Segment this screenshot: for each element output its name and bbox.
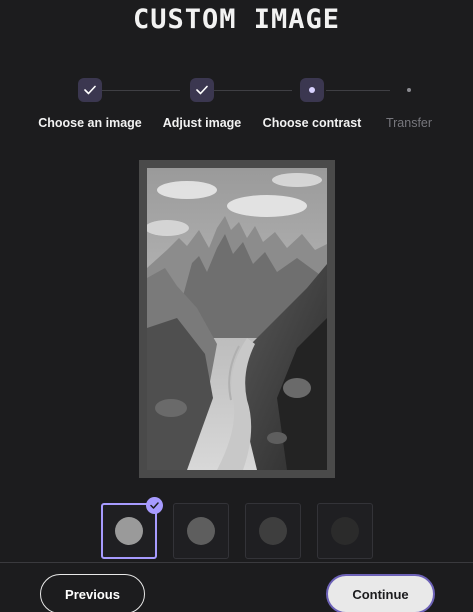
check-icon	[196, 85, 208, 95]
footer-bar: Previous Continue	[0, 562, 473, 612]
contrast-preview-circle	[115, 517, 143, 545]
contrast-option-light[interactable]	[101, 497, 163, 559]
step-connector	[326, 90, 390, 91]
contrast-option-darkest[interactable]	[317, 503, 373, 559]
contrast-options	[101, 497, 373, 559]
check-icon	[84, 85, 96, 95]
step-connector	[102, 90, 180, 91]
contrast-preview-circle	[259, 517, 287, 545]
step-2-indicator	[190, 78, 214, 102]
upcoming-step-dot-icon	[407, 88, 411, 92]
selected-check-icon	[146, 497, 163, 514]
continue-button[interactable]: Continue	[326, 574, 435, 612]
custom-image-page: CUSTOM IMAGE Choose an image Adjust imag…	[0, 0, 473, 612]
step-4-label: Transfer	[385, 116, 433, 130]
progress-stepper: Choose an image Adjust image Choose cont…	[0, 78, 473, 138]
step-connector	[214, 90, 292, 91]
step-3-indicator	[300, 78, 324, 102]
step-3-label: Choose contrast	[262, 116, 362, 130]
step-4-indicator	[397, 78, 421, 102]
previous-button[interactable]: Previous	[40, 574, 145, 612]
contrast-option-medium[interactable]	[173, 503, 229, 559]
step-1-indicator	[78, 78, 102, 102]
mountain-trail-photo	[147, 168, 327, 470]
image-preview-frame	[139, 160, 335, 478]
step-2-label: Adjust image	[162, 116, 242, 130]
page-title: CUSTOM IMAGE	[132, 4, 341, 35]
contrast-option-dark[interactable]	[245, 503, 301, 559]
contrast-preview-circle	[187, 517, 215, 545]
step-1-label: Choose an image	[38, 116, 142, 130]
contrast-preview-circle	[331, 517, 359, 545]
current-step-dot-icon	[309, 87, 315, 93]
